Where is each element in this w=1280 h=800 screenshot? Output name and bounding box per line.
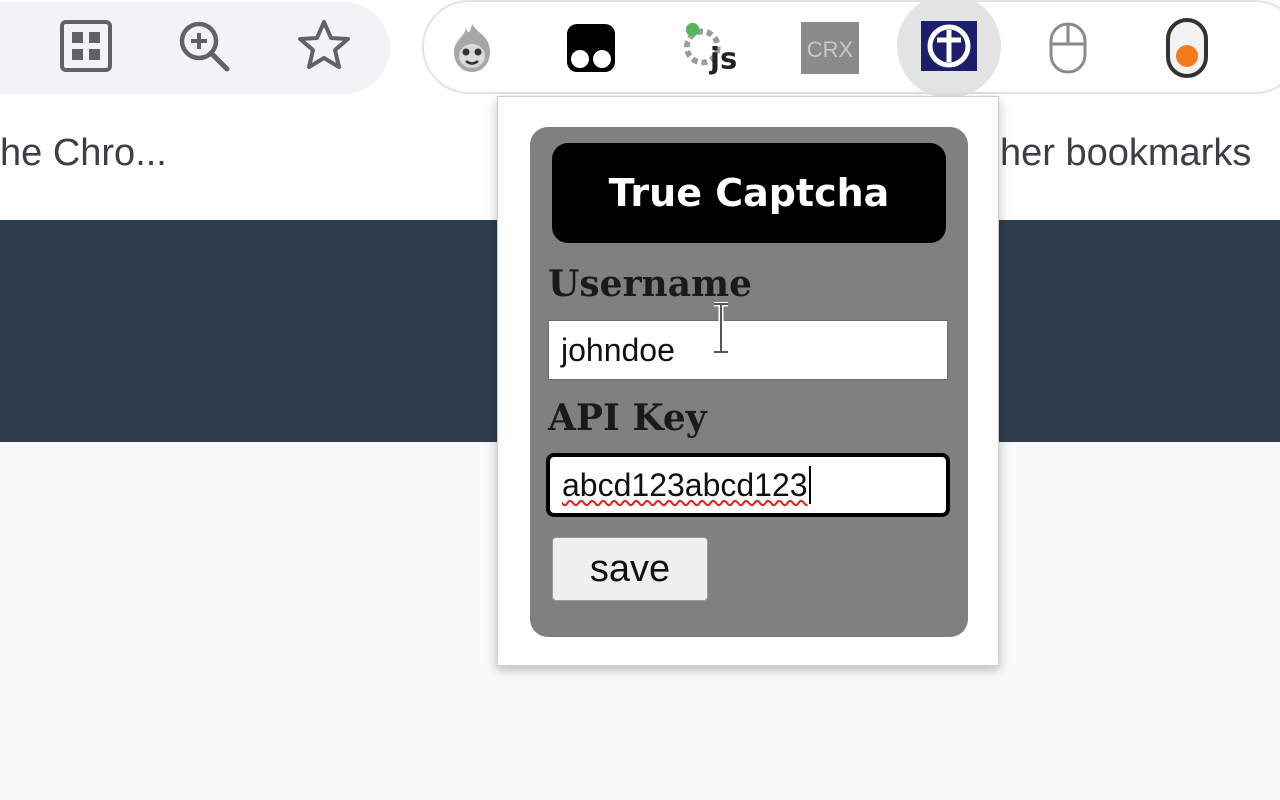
popup-title-box: True Captcha xyxy=(552,143,946,243)
js-label: js xyxy=(709,41,737,75)
fire-mascot-extension-icon[interactable] xyxy=(442,18,502,78)
toggle-extension-icon[interactable] xyxy=(1157,18,1217,78)
apikey-value: abcd123abcd123 xyxy=(562,466,808,503)
js-gear-icon[interactable]: js xyxy=(681,18,741,78)
popup-title: True Captcha xyxy=(608,171,890,215)
crx-label: CRX xyxy=(807,37,854,62)
save-button[interactable]: save xyxy=(552,537,708,601)
text-caret xyxy=(808,466,811,504)
apikey-input[interactable]: abcd123abcd123 xyxy=(546,453,950,517)
bookmark-item[interactable]: he Chro... xyxy=(0,132,167,175)
apikey-label: API Key xyxy=(548,397,707,439)
text-cursor-icon xyxy=(714,302,728,354)
mouse-icon[interactable] xyxy=(1038,18,1098,78)
extension-popup: True Captcha Username johndoe API Key ab… xyxy=(497,96,999,666)
tampermonkey-icon[interactable] xyxy=(561,18,621,78)
username-value: johndoe xyxy=(561,331,675,368)
crx-icon[interactable]: CRX xyxy=(800,18,860,78)
captcha-settings-panel: True Captcha Username johndoe API Key ab… xyxy=(530,127,968,637)
apps-grid-icon[interactable] xyxy=(58,18,114,74)
bookmark-star-icon[interactable] xyxy=(296,18,352,74)
username-input[interactable]: johndoe xyxy=(548,320,948,380)
browser-toolbar: js CRX xyxy=(0,0,1280,98)
other-bookmarks[interactable]: her bookmarks xyxy=(1000,132,1251,175)
zoom-icon[interactable] xyxy=(176,18,232,74)
username-label: Username xyxy=(548,263,753,305)
